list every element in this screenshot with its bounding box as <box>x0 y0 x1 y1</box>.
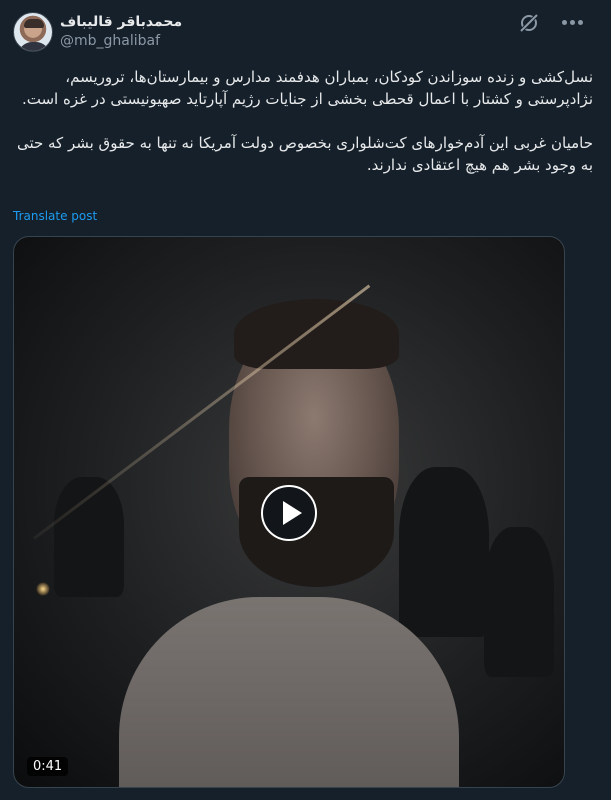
more-options-icon[interactable] <box>560 19 586 27</box>
translate-post-link[interactable]: Translate post <box>13 209 97 223</box>
play-icon <box>283 501 302 525</box>
avatar-shoulders <box>18 42 50 51</box>
light-source <box>36 582 50 596</box>
video-subject-hair <box>234 299 399 369</box>
background-figure <box>399 467 489 637</box>
grok-icon[interactable] <box>518 12 540 34</box>
post-paragraph-1: نسل‌کشی و زنده سوزاندن کودکان، بمباران ه… <box>21 68 593 108</box>
post-card: محمدباقر قالیباف @mb_ghalibaf نسل‌کشی و … <box>0 0 611 800</box>
avatar-hair <box>24 19 44 28</box>
post-text: نسل‌کشی و زنده سوزاندن کودکان، بمباران ه… <box>14 66 593 176</box>
video-player[interactable]: 0:41 <box>13 236 565 788</box>
video-duration-badge: 0:41 <box>27 757 69 776</box>
author-display-name[interactable]: محمدباقر قالیباف <box>60 14 182 30</box>
post-paragraph-2: حامیان غربی این آدم‌خوارهای کت‌شلواری بخ… <box>16 134 593 174</box>
background-figure <box>484 527 554 677</box>
author-avatar[interactable] <box>13 12 53 52</box>
author-handle[interactable]: @mb_ghalibaf <box>60 33 160 49</box>
video-subject-beard <box>239 477 394 587</box>
play-button[interactable] <box>261 485 317 541</box>
